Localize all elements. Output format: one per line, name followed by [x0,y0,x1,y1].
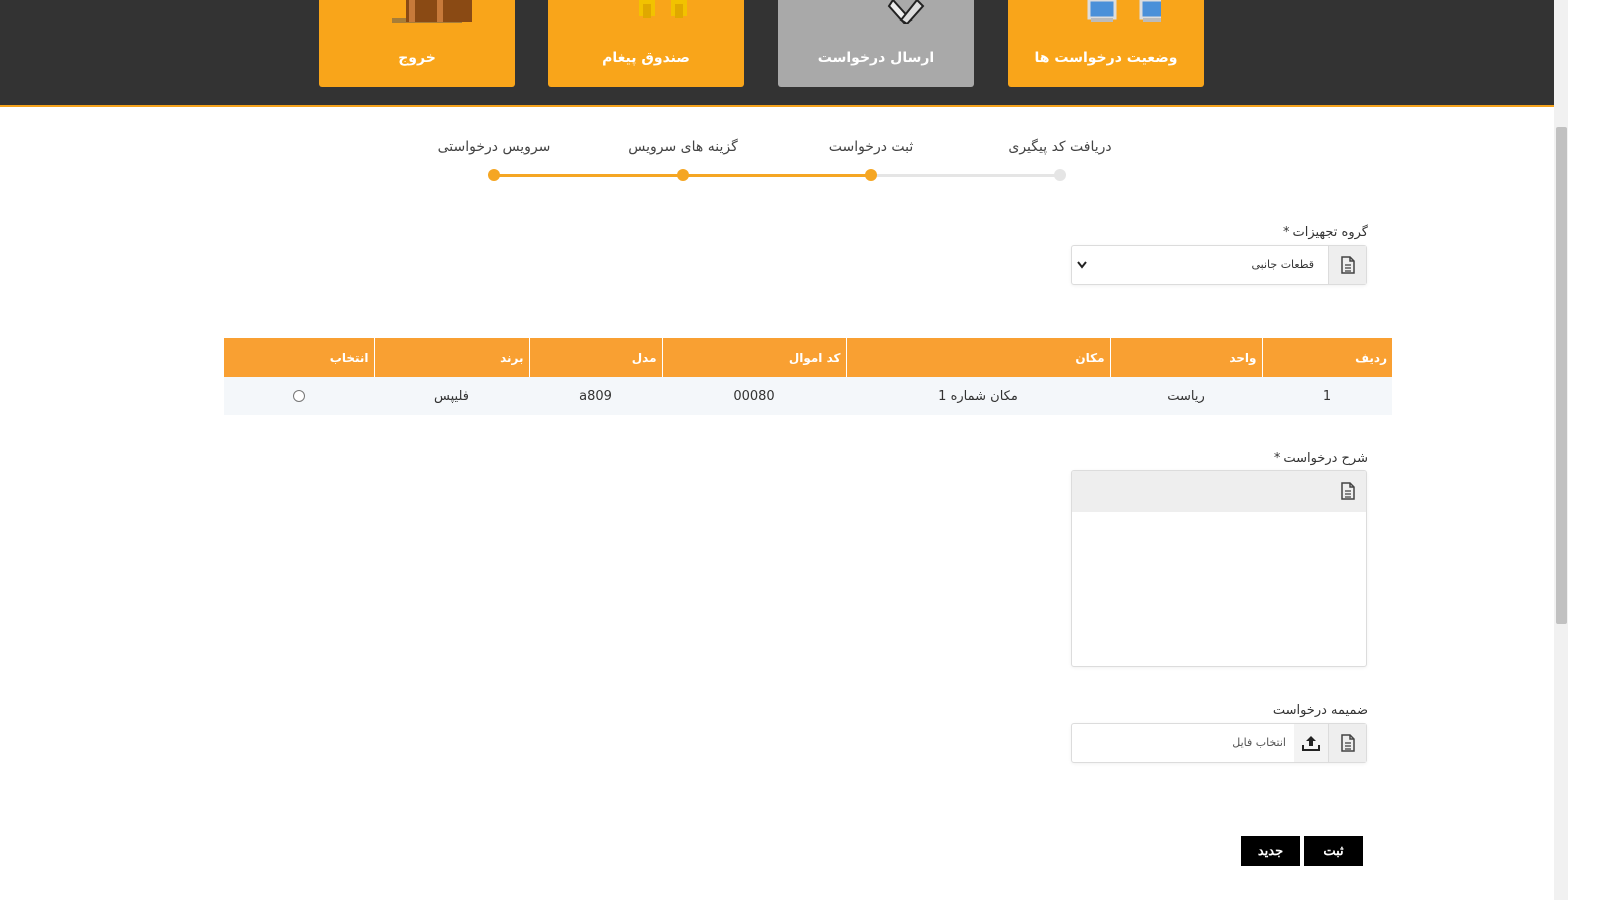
document-icon [1340,734,1355,752]
step-dot-tracking-code [1054,169,1066,181]
monitors-icon [1087,0,1161,22]
equipment-group-label-text: گروه تجهیزات [1292,225,1368,240]
document-icon [1340,256,1355,274]
description-label-text: شرح درخواست [1283,451,1368,466]
table-header-unit: واحد [1109,338,1262,377]
table-row[interactable]: 1 ریاست مکان شماره 1 00080 a809 فلیپس [224,377,1392,415]
step-label-service-options: گزینه های سرویس [628,139,738,155]
table-header-asset-code: کد اموال [661,338,846,377]
table-header-row-no: ردیف [1261,338,1392,377]
page-scrollbar-thumb[interactable] [1556,127,1567,624]
step-dot-service-options [677,169,689,181]
upload-button[interactable] [1294,724,1328,762]
cell-model: a809 [529,377,662,415]
tile-message-box-label: صندوق پیغام [602,50,690,66]
upload-icon [1302,736,1320,751]
door-icon [392,0,472,23]
description-toolbar [1072,471,1366,512]
cell-select [224,377,374,415]
step-dot-requested-service [488,169,500,181]
equipment-group-selected-value: قطعات جانبی [1251,258,1315,271]
required-mark: * [1282,225,1290,240]
attachment-addon [1328,724,1366,762]
stepper-remaining-line [871,174,1060,177]
message-box-icon [639,0,687,18]
cell-brand: فلیپس [374,377,529,415]
new-button[interactable]: جدید [1241,836,1300,866]
tile-request-status-label: وضعیت درخواست ها [1034,50,1178,66]
top-navigation-bar: خروج صندوق پیغام ارسال درخواست وضعیت درخ… [0,0,1554,107]
table-header-brand: برند [373,338,529,377]
tile-logout-label: خروج [398,50,436,66]
row-select-radio[interactable] [293,390,305,402]
tools-icon [887,0,925,24]
table-header-select: انتخاب [224,338,374,377]
tile-request-status[interactable]: وضعیت درخواست ها [1008,0,1204,87]
step-label-tracking-code: دریافت کد پیگیری [1008,139,1112,155]
cell-location: مکان شماره 1 [846,377,1110,415]
cell-unit: ریاست [1110,377,1262,415]
table-header-row: ردیف واحد مکان کد اموال مدل برند انتخاب [224,338,1392,377]
table-header-location: مکان [845,338,1110,377]
step-dot-register-request [865,169,877,181]
tile-send-request-label: ارسال درخواست [817,50,935,66]
tile-message-box[interactable]: صندوق پیغام [548,0,744,87]
equipment-group-addon [1328,246,1366,284]
attachment-input[interactable]: انتخاب فایل [1071,723,1367,763]
description-label: شرح درخواست* [1274,451,1368,466]
attachment-label: ضمیمه درخواست [1272,703,1368,718]
chevron-down-icon [1077,261,1087,269]
equipment-group-select[interactable]: قطعات جانبی [1071,245,1367,285]
equipment-group-label: گروه تجهیزات* [1283,225,1368,240]
step-label-register-request: ثبت درخواست [828,139,914,155]
required-mark: * [1273,451,1281,466]
attachment-placeholder: انتخاب فایل [1232,736,1286,749]
tile-send-request[interactable]: ارسال درخواست [778,0,974,87]
step-label-requested-service: سرویس درخواستی [437,139,551,155]
tile-logout[interactable]: خروج [319,0,515,87]
submit-button[interactable]: ثبت [1304,836,1363,866]
cell-asset-code: 00080 [662,377,846,415]
equipment-table: ردیف واحد مکان کد اموال مدل برند انتخاب … [224,338,1392,415]
table-header-model: مدل [528,338,662,377]
cell-row-no: 1 [1262,377,1392,415]
document-icon [1341,482,1355,500]
description-textarea-container [1071,470,1367,667]
description-textarea[interactable] [1076,513,1362,662]
